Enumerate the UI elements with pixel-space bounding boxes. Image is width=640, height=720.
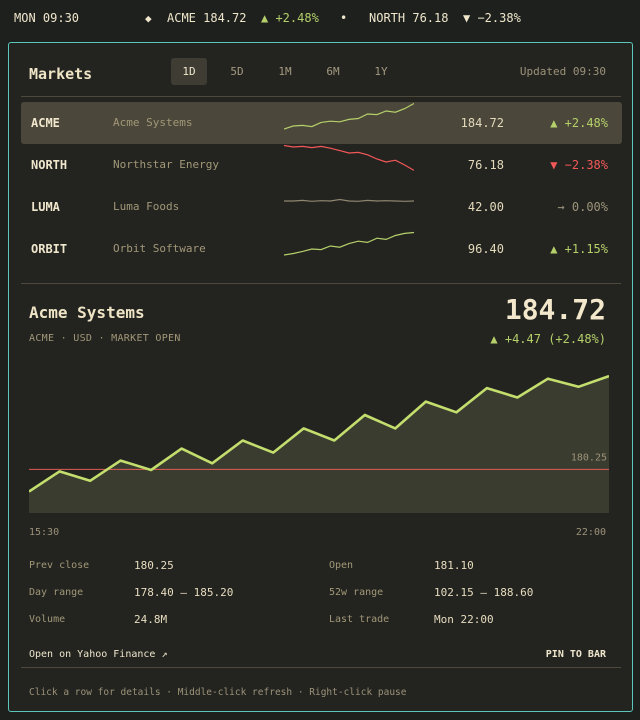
detail-change: ▲ +4.47 (+2.48%) — [490, 332, 606, 346]
row-name: Orbit Software — [113, 242, 206, 255]
pin-to-bar-button[interactable]: PIN TO BAR — [546, 649, 606, 660]
stat-value: 24.8M — [134, 613, 168, 626]
row-change: → 0.00% — [557, 200, 608, 214]
sparkline — [284, 144, 414, 171]
usage-hint: Click a row for details · Middle-click r… — [29, 687, 407, 698]
row-name: Luma Foods — [113, 200, 180, 213]
range-tabs: 1D 5D 1M 6M 1Y — [171, 58, 399, 85]
yahoo-finance-link[interactable]: Open on Yahoo Finance ↗ — [29, 649, 167, 660]
detail-price: 184.72 — [504, 293, 606, 326]
prev-close-label: 180.25 — [571, 452, 607, 463]
row-symbol: NORTH — [31, 158, 68, 172]
row-change: ▼ −2.38% — [550, 158, 608, 172]
row-symbol: ORBIT — [31, 242, 68, 256]
sparkline — [284, 102, 414, 130]
stat-value: 102.15 – 188.60 — [434, 586, 534, 599]
stat-value: 181.10 — [434, 559, 474, 572]
ticker-north[interactable]: NORTH 76.18 — [369, 11, 448, 25]
markets-panel: Markets 1D 5D 1M 6M 1Y Updated 09:30 ACM… — [8, 42, 633, 712]
stat-label: 52w range — [329, 587, 384, 598]
sparkline — [284, 198, 414, 202]
x-tick-label: 15:30 — [29, 527, 60, 538]
ticker-acme[interactable]: ACME 184.72 — [167, 11, 246, 25]
stat-value: 178.40 – 185.20 — [134, 586, 234, 599]
ticker-acme-change: ▲ +2.48% — [261, 11, 319, 25]
table-row[interactable]: NORTH Northstar Energy 76.18 ▼ −2.38% — [21, 144, 622, 186]
stat-label: Last trade — [329, 614, 390, 625]
stat-label: Volume — [29, 614, 66, 625]
stat-label: Day range — [29, 587, 84, 598]
divider — [21, 667, 621, 668]
price-chart[interactable]: 180.25 — [29, 368, 609, 513]
row-name: Northstar Energy — [113, 158, 219, 171]
chart-area-fill — [29, 376, 609, 513]
tab-1y[interactable]: 1Y — [363, 58, 399, 85]
row-symbol: LUMA — [31, 200, 60, 214]
row-change: ▲ +1.15% — [550, 242, 608, 256]
x-tick-label: 22:00 — [575, 527, 606, 538]
panel-title: Markets — [29, 65, 93, 83]
watchlist: ACME Acme Systems 184.72 ▲ +2.48% NORTH … — [21, 102, 622, 270]
ticker-north-change: ▼ −2.38% — [463, 11, 521, 25]
tab-5d[interactable]: 5D — [219, 58, 255, 85]
tab-1m[interactable]: 1M — [267, 58, 303, 85]
table-row[interactable]: LUMA Luma Foods 42.00 → 0.00% — [21, 186, 622, 228]
row-change: ▲ +2.48% — [550, 116, 608, 130]
tab-6m[interactable]: 6M — [315, 58, 351, 85]
row-price: 96.40 — [467, 242, 504, 256]
divider — [21, 96, 621, 97]
table-row[interactable]: ORBIT Orbit Software 96.40 ▲ +1.15% — [21, 228, 622, 270]
clock: MON 09:30 — [14, 11, 80, 25]
row-price: 184.72 — [460, 116, 504, 130]
diamond-icon: ◆ — [145, 11, 152, 25]
stat-label: Prev close — [29, 560, 90, 571]
stat-value: 180.25 — [134, 559, 174, 572]
row-symbol: ACME — [31, 116, 60, 130]
row-price: 42.00 — [467, 200, 504, 214]
row-price: 76.18 — [467, 158, 504, 172]
table-row[interactable]: ACME Acme Systems 184.72 ▲ +2.48% — [21, 102, 622, 144]
divider — [21, 283, 621, 284]
separator-dot: • — [340, 11, 348, 25]
detail-subtitle: ACME · USD · MARKET OPEN — [29, 333, 181, 344]
updated-timestamp: Updated 09:30 — [519, 65, 606, 78]
detail-title: Acme Systems — [29, 303, 145, 322]
tab-1d[interactable]: 1D — [171, 58, 207, 85]
stat-value: Mon 22:00 — [434, 613, 494, 626]
row-name: Acme Systems — [113, 116, 193, 129]
sparkline — [284, 231, 414, 256]
ticker-bar: MON 09:30 ◆ ACME 184.72 ▲ +2.48% • NORTH… — [0, 0, 640, 36]
stat-label: Open — [329, 560, 354, 571]
